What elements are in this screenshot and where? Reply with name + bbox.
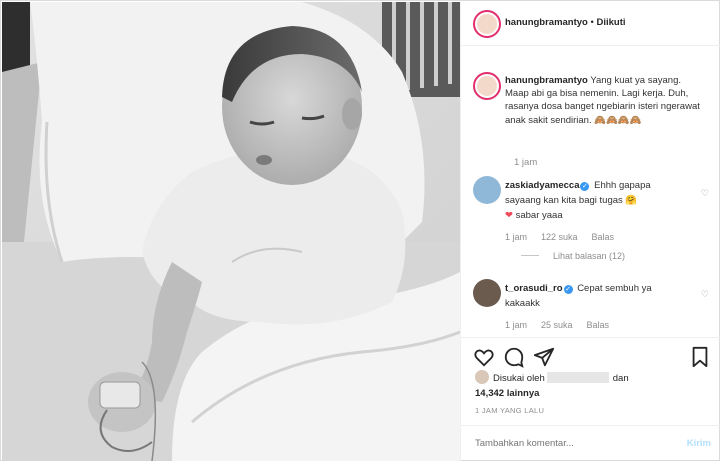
comment-meta: 1 jam 25 suka Balas — [505, 320, 623, 330]
heart-outline-icon[interactable] — [473, 346, 495, 368]
post-timestamp[interactable]: 1 JAM YANG LALU — [475, 406, 544, 415]
action-bar — [461, 337, 720, 373]
likes-count[interactable]: 14,342 lainnya — [475, 388, 539, 399]
post-sidebar: hanungbramantyo • Diikuti hanungbramanty… — [460, 2, 720, 461]
comment-text: zaskiadyamecca ✓ Ehhh gapapa sayaang kan … — [505, 178, 685, 223]
likes-connector: dan — [612, 373, 629, 384]
comment-time: 1 jam — [505, 320, 528, 330]
post-header: hanungbramantyo • Diikuti — [461, 2, 720, 46]
caption-username[interactable]: hanungbramantyo — [505, 75, 588, 86]
likes-prefix: Disukai oleh — [493, 373, 545, 384]
commenter-username[interactable]: t_orasudi_ro — [505, 283, 563, 294]
comment-meta: 1 jam 122 suka Balas — [505, 232, 628, 242]
view-replies-label[interactable]: Lihat balasan (12) — [553, 251, 625, 261]
comment-like-icon[interactable]: ♡ — [701, 289, 709, 300]
comment-reply[interactable]: Balas — [587, 320, 610, 330]
add-comment-input[interactable] — [475, 438, 655, 449]
comment-likes[interactable]: 122 suka — [541, 232, 578, 242]
likes-summary: Disukai oleh dan 14,342 lainnya — [475, 370, 715, 401]
commenter-avatar[interactable] — [473, 279, 501, 307]
verified-badge-icon: ✓ — [563, 285, 573, 294]
replies-line — [521, 255, 539, 256]
comment-time: 1 jam — [505, 232, 528, 242]
liker-name-redacted — [546, 372, 609, 383]
author-username[interactable]: hanungbramantyo — [505, 17, 588, 28]
comment-text: t_orasudi_ro ✓ Cepat sembuh ya kakaakk — [505, 281, 685, 311]
header-text: hanungbramantyo • Diikuti — [505, 17, 626, 28]
submit-comment-button[interactable]: Kirim — [687, 438, 711, 449]
instagram-post-frame: hanungbramantyo • Diikuti hanungbramanty… — [0, 0, 720, 461]
heart-icon: ❤ — [505, 210, 513, 221]
post-photo[interactable] — [2, 2, 460, 461]
author-avatar[interactable] — [473, 10, 501, 38]
add-comment-bar: Kirim — [461, 425, 720, 461]
view-replies[interactable]: Lihat balasan (12) — [521, 251, 639, 261]
caption-avatar[interactable] — [473, 72, 501, 100]
comment-body-2: sabar yaaa — [515, 210, 563, 221]
header-separator: • — [590, 17, 594, 28]
caption-time: 1 jam — [514, 157, 538, 168]
caption-text: hanungbramantyo Yang kuat ya sayang. Maa… — [505, 74, 705, 127]
hospital-child-photo — [2, 2, 460, 461]
verified-badge-icon: ✓ — [580, 182, 590, 191]
share-icon[interactable] — [533, 346, 555, 368]
liker-avatar[interactable] — [475, 370, 489, 384]
commenter-username[interactable]: zaskiadyamecca — [505, 180, 579, 191]
comment-like-icon[interactable]: ♡ — [701, 188, 709, 199]
commenter-avatar[interactable] — [473, 176, 501, 204]
comment-icon[interactable] — [503, 346, 525, 368]
comment-likes[interactable]: 25 suka — [541, 320, 573, 330]
follow-status[interactable]: Diikuti — [596, 17, 625, 28]
comment-reply[interactable]: Balas — [592, 232, 615, 242]
bookmark-icon[interactable] — [689, 346, 711, 368]
